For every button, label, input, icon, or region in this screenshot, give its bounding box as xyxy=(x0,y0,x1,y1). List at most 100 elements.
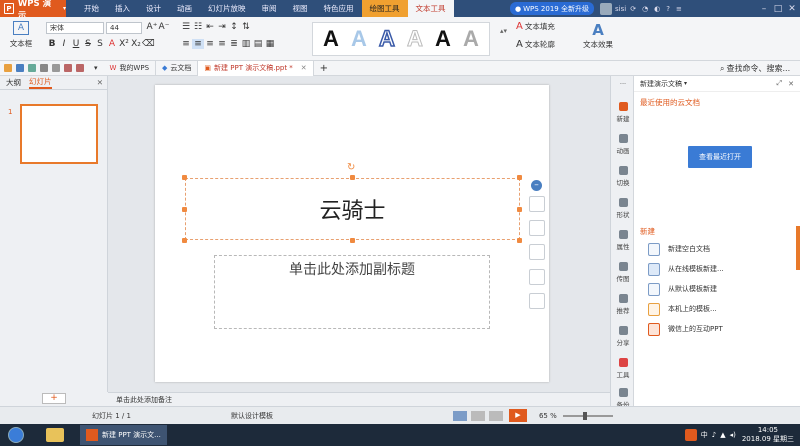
strip-shape[interactable]: 形状 xyxy=(611,192,635,224)
tab-start[interactable]: 开始 xyxy=(76,0,107,17)
network-icon[interactable]: ▲ xyxy=(720,431,725,439)
minimize-icon[interactable]: – xyxy=(757,0,771,17)
resize-handle[interactable] xyxy=(182,238,187,243)
normal-view-icon[interactable] xyxy=(452,410,467,421)
grow-font-icon[interactable]: A⁺ xyxy=(146,22,158,32)
notes-area[interactable]: 单击此处添加备注 xyxy=(108,392,610,406)
menu-icon[interactable]: ≡ xyxy=(676,5,682,13)
new-tab-icon[interactable]: + xyxy=(320,63,328,74)
strikethrough-icon[interactable]: S xyxy=(82,39,94,49)
resize-handle[interactable] xyxy=(517,238,522,243)
text-style-outline-gray[interactable]: A xyxy=(401,24,429,54)
skin-icon[interactable]: ◐ xyxy=(654,5,660,13)
zoom-slider-thumb[interactable] xyxy=(582,411,587,420)
tab-my-wps[interactable]: W 我的WPS xyxy=(104,60,157,76)
save-icon[interactable] xyxy=(16,64,24,72)
ime-indicator[interactable]: 中 xyxy=(701,430,708,440)
app-menu-button[interactable]: P WPS 演示 ▾ xyxy=(0,0,66,21)
close-icon[interactable]: ✕ xyxy=(785,0,799,17)
slide-thumbnail[interactable] xyxy=(20,104,98,164)
tab-drawing-tools[interactable]: 绘图工具 xyxy=(361,0,408,17)
text-style-lightblue[interactable]: A xyxy=(345,24,373,54)
text-fill-button[interactable]: A 文本填充 xyxy=(516,21,555,32)
sync-icon[interactable]: ⟳ xyxy=(630,5,636,13)
text-effect-button[interactable]: A 文本效果 xyxy=(583,21,613,50)
user-name[interactable]: sisi xyxy=(615,5,626,13)
tab-slideshow[interactable]: 幻灯片放映 xyxy=(200,0,254,17)
resize-handle[interactable] xyxy=(182,207,187,212)
strip-new[interactable]: 新建 xyxy=(611,96,635,128)
italic-icon[interactable]: I xyxy=(58,39,70,49)
new-online-template-item[interactable]: 从在线模板新建... xyxy=(648,259,798,279)
clear-format-icon[interactable]: ⌫ xyxy=(142,39,155,49)
tab-cloud-docs[interactable]: ◆ 云文档 xyxy=(156,60,199,76)
title-placeholder[interactable]: 云骑士 xyxy=(185,178,520,240)
customize-icon[interactable]: ▾ xyxy=(94,64,98,72)
ime-logo-icon[interactable] xyxy=(684,429,697,441)
command-search[interactable]: ⌕ 查找命令、搜索... xyxy=(720,63,790,74)
preview-icon[interactable] xyxy=(52,64,60,72)
help-icon[interactable]: ? xyxy=(666,5,670,13)
local-template-item[interactable]: 本机上的模板... xyxy=(648,299,798,319)
wrap-icon[interactable]: ▦ xyxy=(264,39,276,49)
text-direction-icon[interactable]: ⇅ xyxy=(240,22,252,32)
underline-icon[interactable]: U xyxy=(70,39,82,49)
resize-handle[interactable] xyxy=(350,175,355,180)
export-icon[interactable] xyxy=(28,64,36,72)
bell-icon[interactable]: ◔ xyxy=(642,5,648,13)
new-blank-item[interactable]: 新建空白文档 xyxy=(648,239,798,259)
strip-animation[interactable]: 动画 xyxy=(611,128,635,160)
add-slide-button[interactable]: + xyxy=(42,393,66,404)
subscript-icon[interactable]: X₂ xyxy=(130,39,142,49)
new-default-template-item[interactable]: 从默认模板新建 xyxy=(648,279,798,299)
wechat-ppt-item[interactable]: 微信上的互动PPT xyxy=(648,319,798,339)
mic-icon[interactable]: ♪ xyxy=(712,431,716,439)
strip-share[interactable]: 分享 xyxy=(611,320,635,352)
open-icon[interactable] xyxy=(4,64,12,72)
text-outline-button[interactable]: A 文本轮廓 xyxy=(516,39,555,50)
align-center-icon[interactable]: ≡ xyxy=(192,39,204,49)
sorter-view-icon[interactable] xyxy=(470,410,485,421)
text-style-outline-blue[interactable]: A xyxy=(373,24,401,54)
taskbar-wps-task[interactable]: 新建 PPT 演示文... xyxy=(80,425,167,445)
numbered-list-icon[interactable]: ☷ xyxy=(192,22,204,32)
close-pane-icon[interactable]: ✕ xyxy=(97,78,103,87)
chevron-down-icon[interactable]: ▾ xyxy=(684,80,687,87)
align-left-icon[interactable]: ≡ xyxy=(180,39,192,49)
tab-animation[interactable]: 动画 xyxy=(169,0,200,17)
tab-current-doc[interactable]: ▣ 新建 PPT 演示文稿.ppt * ✕ xyxy=(198,60,314,76)
tab-view[interactable]: 视图 xyxy=(285,0,316,17)
text-style-black[interactable]: A xyxy=(317,24,345,54)
zoom-level[interactable]: 65 % xyxy=(539,412,557,420)
justify-icon[interactable]: ≡ xyxy=(216,39,228,49)
distribute-icon[interactable]: ≣ xyxy=(228,39,240,49)
rotate-handle-icon[interactable]: ↻ xyxy=(347,162,355,173)
align-right-icon[interactable]: ≡ xyxy=(204,39,216,49)
shape-style-icon[interactable] xyxy=(529,196,545,212)
indent-decrease-icon[interactable]: ⇤ xyxy=(204,22,216,32)
play-slideshow-icon[interactable]: ▶ xyxy=(508,409,527,422)
zoom-slider[interactable] xyxy=(562,411,613,420)
close-panel-icon[interactable]: ✕ xyxy=(788,80,794,88)
strip-tools[interactable]: 工具 xyxy=(611,352,635,384)
undo-icon[interactable] xyxy=(64,64,72,72)
collapse-tools-icon[interactable]: – xyxy=(531,180,542,191)
bullet-list-icon[interactable]: ☰ xyxy=(180,22,192,32)
resize-handle[interactable] xyxy=(517,207,522,212)
font-color-icon[interactable]: A xyxy=(106,39,118,49)
strip-properties[interactable]: 属性 xyxy=(611,224,635,256)
tab-insert[interactable]: 插入 xyxy=(107,0,138,17)
print-icon[interactable] xyxy=(40,64,48,72)
maximize-icon[interactable]: □ xyxy=(771,0,785,17)
view-recent-button[interactable]: 查看最近打开 xyxy=(688,146,752,168)
start-icon[interactable] xyxy=(8,427,24,443)
text-format-icon[interactable] xyxy=(529,293,545,309)
align-text-icon[interactable]: ▤ xyxy=(252,39,264,49)
font-name-select[interactable]: 宋体 xyxy=(46,22,104,34)
clock[interactable]: 14:05 2018.09 星期三 xyxy=(742,426,794,444)
tab-review[interactable]: 审阅 xyxy=(254,0,285,17)
resize-handle[interactable] xyxy=(350,238,355,243)
strip-image[interactable]: 传图 xyxy=(611,256,635,288)
reading-view-icon[interactable] xyxy=(488,410,503,421)
text-style-bold-black[interactable]: A xyxy=(429,24,457,54)
